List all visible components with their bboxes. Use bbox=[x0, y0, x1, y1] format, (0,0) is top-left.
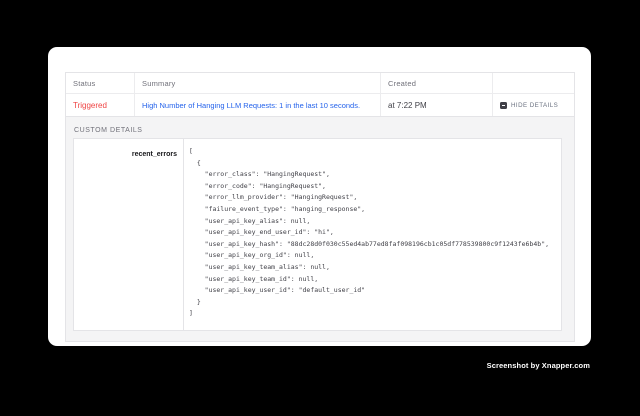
alert-summary-link[interactable]: High Number of Hanging LLM Requests: 1 i… bbox=[142, 101, 360, 110]
created-cell: at 7:22 PM bbox=[381, 94, 493, 116]
created-timestamp: at 7:22 PM bbox=[388, 101, 427, 110]
summary-cell: High Number of Hanging LLM Requests: 1 i… bbox=[135, 94, 381, 116]
xnapper-watermark: Screenshot by Xnapper.com bbox=[487, 361, 590, 370]
actions-cell: HIDE DETAILS bbox=[493, 94, 574, 116]
alerts-table: Status Summary Created Triggered High Nu… bbox=[65, 72, 575, 342]
recent-errors-json: [ { "error_class": "HangingRequest", "er… bbox=[189, 146, 561, 320]
status-badge: Triggered bbox=[73, 101, 107, 110]
column-header-actions bbox=[493, 73, 574, 93]
custom-details-box: recent_errors [ { "error_class": "Hangin… bbox=[73, 138, 562, 331]
hide-details-button[interactable]: HIDE DETAILS bbox=[500, 102, 558, 109]
table-header-row: Status Summary Created bbox=[66, 73, 574, 94]
custom-details-heading: CUSTOM DETAILS bbox=[73, 127, 562, 134]
status-cell: Triggered bbox=[66, 94, 135, 116]
details-value-column: [ { "error_class": "HangingRequest", "er… bbox=[184, 139, 561, 330]
minus-square-icon bbox=[500, 102, 507, 109]
column-header-created: Created bbox=[381, 73, 493, 93]
alert-details-card: Status Summary Created Triggered High Nu… bbox=[48, 47, 591, 346]
column-header-status: Status bbox=[66, 73, 135, 93]
details-key-recent-errors: recent_errors bbox=[132, 151, 177, 158]
table-row: Triggered High Number of Hanging LLM Req… bbox=[66, 94, 574, 117]
details-key-column: recent_errors bbox=[74, 139, 184, 330]
column-header-summary: Summary bbox=[135, 73, 381, 93]
expanded-details-panel: CUSTOM DETAILS recent_errors [ { "error_… bbox=[66, 117, 574, 341]
hide-details-label: HIDE DETAILS bbox=[511, 102, 558, 109]
